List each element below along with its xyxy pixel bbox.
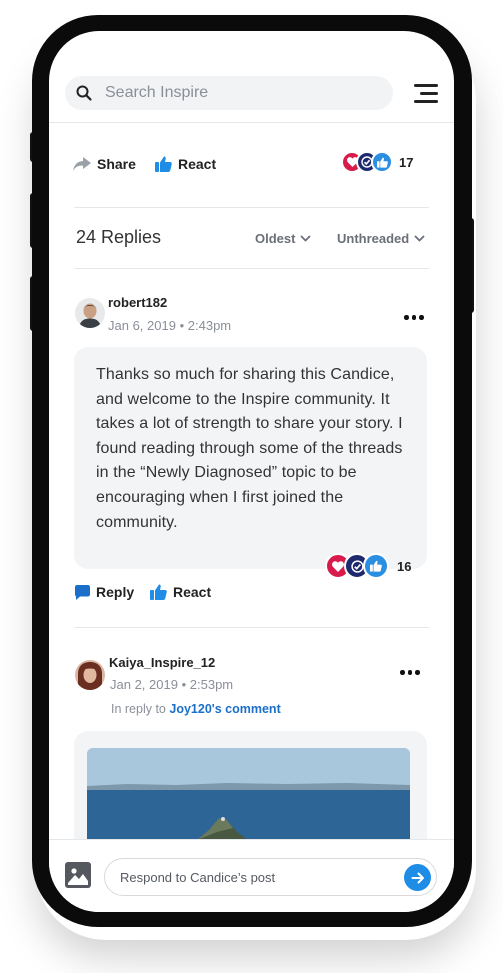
app-screen: Share React 17 24 Replies Oldest Unthrea… — [49, 31, 454, 912]
thumbs-up-icon — [155, 156, 172, 172]
react-button[interactable]: React — [155, 156, 216, 172]
share-button[interactable]: Share — [73, 156, 136, 172]
more-icon[interactable] — [400, 670, 420, 675]
reaction-count: 16 — [397, 558, 412, 574]
comment-body: Thanks so much for sharing this Candice,… — [96, 366, 403, 531]
header-divider — [49, 122, 454, 123]
composer-bar — [49, 839, 454, 912]
sort-order-label: Oldest — [255, 231, 296, 246]
reaction-count: 17 — [399, 154, 414, 170]
comment-time: 2:53pm — [189, 677, 234, 692]
avatar[interactable] — [75, 298, 105, 328]
menu-icon[interactable] — [414, 83, 438, 103]
in-reply-link[interactable]: Joy120's comment — [169, 702, 280, 716]
comment-username[interactable]: Kaiya_Inspire_12 — [109, 655, 215, 670]
respond-input[interactable] — [104, 858, 437, 896]
thumbs-up-icon — [150, 584, 167, 600]
comment-date: Jan 2, 2019 — [110, 677, 178, 692]
search-input[interactable] — [105, 76, 375, 110]
search-bar[interactable] — [65, 76, 393, 110]
send-button[interactable] — [404, 864, 431, 891]
chevron-down-icon — [414, 235, 425, 242]
in-reply-prefix: In reply to — [111, 702, 166, 716]
comment-reactions[interactable]: 16 — [325, 553, 411, 579]
divider — [74, 268, 429, 269]
avatar[interactable] — [75, 660, 105, 690]
thumbs-up-icon — [371, 151, 393, 173]
react-label: React — [178, 156, 217, 172]
comment-date: Jan 6, 2019 — [108, 318, 176, 333]
react-button[interactable]: React — [150, 584, 211, 600]
reply-button[interactable]: Reply — [75, 584, 134, 600]
separator-dot: • — [181, 677, 187, 692]
comment-timestamp: Jan 2, 2019 • 2:53pm — [110, 677, 233, 692]
chevron-down-icon — [300, 235, 312, 242]
thread-mode-label: Unthreaded — [337, 231, 410, 246]
thumbs-up-icon — [363, 553, 389, 579]
replies-title: 24 Replies — [76, 227, 162, 247]
share-label: Share — [97, 156, 136, 172]
divider — [74, 627, 429, 628]
divider — [74, 207, 429, 208]
thread-mode-dropdown[interactable]: Unthreaded — [337, 231, 425, 246]
more-icon[interactable] — [404, 315, 424, 320]
react-label: React — [173, 584, 212, 600]
separator-dot: • — [179, 318, 185, 333]
arrow-right-icon — [411, 872, 424, 883]
comment-timestamp: Jan 6, 2019 • 2:43pm — [108, 318, 231, 333]
comment-time: 2:43pm — [187, 318, 232, 333]
post-reactions[interactable]: 17 — [341, 151, 413, 173]
speech-bubble-icon — [75, 584, 90, 600]
in-reply-to: In reply to Joy120's comment — [111, 702, 281, 716]
comment-bubble: Thanks so much for sharing this Candice,… — [74, 347, 427, 569]
sort-order-dropdown[interactable]: Oldest — [255, 231, 312, 246]
comment-username[interactable]: robert182 — [108, 295, 167, 310]
search-icon — [76, 85, 92, 101]
share-icon — [73, 157, 91, 171]
reply-label: Reply — [96, 584, 135, 600]
image-icon[interactable] — [65, 862, 91, 888]
